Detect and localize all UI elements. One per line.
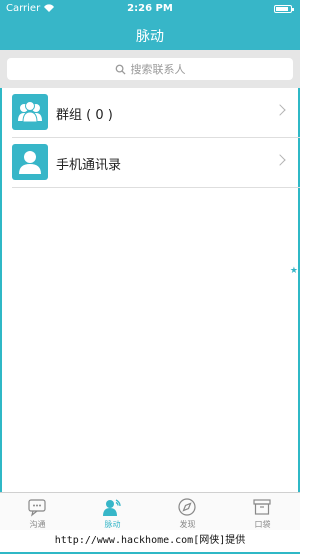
chevron-right-icon	[274, 104, 286, 116]
tab-pulse[interactable]: 脉动	[75, 493, 150, 531]
tab-label: 沟通	[29, 520, 46, 529]
list-item-label: 群组 ( 0 )	[56, 108, 113, 123]
search-placeholder: 搜索联系人	[130, 63, 186, 76]
contact-icon	[12, 144, 48, 180]
tab-pocket[interactable]: 口袋	[225, 493, 300, 531]
battery-icon	[274, 5, 294, 13]
list-item-label: 手机通讯录	[56, 158, 122, 173]
battery-level	[276, 7, 288, 11]
search-icon	[115, 64, 126, 75]
search-input[interactable]: 搜索联系人	[7, 58, 293, 80]
chat-icon	[28, 499, 46, 517]
list-item-phone-contacts[interactable]: 手机通讯录	[12, 138, 300, 188]
search-bar: 搜索联系人	[0, 50, 300, 88]
tab-discover[interactable]: 发现	[150, 493, 225, 531]
watermark-footer: http://www.hackhome.com[网侠]提供	[0, 530, 300, 552]
compass-icon	[178, 498, 196, 516]
page-title: 脉动	[136, 29, 164, 45]
tab-bar: 沟通 脉动 发现 口袋	[0, 492, 300, 531]
tab-label: 口袋	[254, 520, 271, 529]
status-bar: Carrier 2:26 PM	[0, 0, 300, 18]
tab-label: 脉动	[104, 520, 121, 529]
list-item-groups[interactable]: 群组 ( 0 )	[12, 88, 300, 138]
status-time: 2:26 PM	[127, 3, 173, 14]
group-icon	[12, 94, 48, 130]
box-icon	[253, 499, 271, 515]
tab-label: 发现	[179, 520, 196, 529]
person-signal-icon	[103, 499, 121, 516]
app-header: Carrier 2:26 PM 脉动	[0, 0, 300, 50]
star-icon: ★	[289, 266, 298, 276]
contact-list: 群组 ( 0 ) 手机通讯录	[0, 88, 300, 188]
chevron-right-icon	[274, 154, 286, 166]
tab-chat[interactable]: 沟通	[0, 493, 75, 531]
